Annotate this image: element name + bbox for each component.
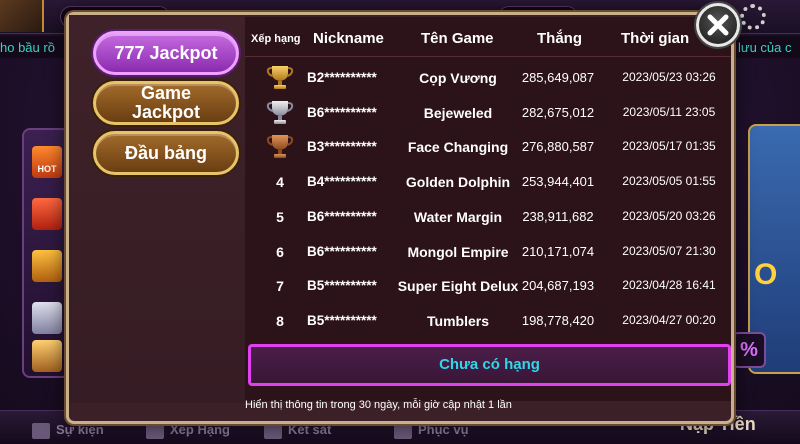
game-card-title: O	[754, 258, 778, 291]
bottom-item-support[interactable]: Phục vụ	[394, 422, 469, 439]
tab-game-jackpot[interactable]: Game Jackpot	[93, 81, 239, 125]
close-icon	[707, 14, 729, 36]
rank-cell: 8	[276, 312, 284, 329]
nickname-cell: B3**********	[307, 139, 377, 155]
bottom-item-events[interactable]: Sự kiện	[32, 422, 104, 439]
bottom-item-label: Xếp Hạng	[170, 422, 230, 437]
gift-icon	[32, 422, 50, 439]
table-category-icon[interactable]	[32, 302, 62, 334]
table-row: 7 B5********** Super Eight Delux 204,687,19…	[245, 269, 731, 304]
gold-trophy-icon	[266, 66, 294, 89]
ranking-icon	[146, 422, 164, 439]
my-rank-bar: Chưa có hạng	[248, 344, 731, 386]
hot-label: HOT	[37, 164, 57, 174]
header-game: Tên Game	[421, 30, 494, 47]
table-row: 8 B5********** Tumblers 198,778,420 2023/04/…	[245, 304, 731, 339]
time-cell: 2023/05/07 21:30	[622, 243, 716, 258]
nickname-cell: B6**********	[307, 104, 377, 120]
leaderboard-table: Xếp hạng Nickname Tên Game Thắng Thời gi…	[245, 17, 731, 401]
close-button[interactable]	[696, 3, 740, 47]
jackpot-category-icon[interactable]	[32, 198, 62, 230]
header-rank: Xếp hạng	[251, 33, 301, 45]
nickname-cell: B6**********	[307, 243, 377, 259]
table-row: B6********** Bejeweled 282,675,012 2023/05/…	[245, 96, 731, 131]
support-icon	[394, 422, 412, 439]
time-cell: 2023/05/17 01:35	[622, 139, 716, 154]
time-cell: 2023/05/05 01:55	[622, 174, 716, 189]
marquee-text-right: lưu của c	[738, 40, 792, 55]
header-time: Thời gian	[621, 30, 690, 47]
tab-top-board[interactable]: Đầu bảng	[93, 131, 239, 175]
table-row: 4 B4********** Golden Dolphin 253,944,401 20…	[245, 165, 731, 200]
nickname-cell: B6**********	[307, 208, 377, 224]
table-row: 6 B6********** Mongol Empire 210,171,074 202…	[245, 235, 731, 270]
silver-trophy-icon	[266, 100, 294, 124]
bottom-item-label: Két sắt	[288, 422, 332, 437]
slot-category-icon[interactable]	[32, 250, 62, 282]
table-row: B3********** Face Changing 276,880,587 2023…	[245, 130, 731, 165]
nickname-cell: B2**********	[307, 70, 377, 85]
gear-icon[interactable]	[740, 4, 766, 30]
bottom-item-label: Sự kiện	[56, 422, 104, 437]
rank-cell: 4	[276, 174, 284, 191]
header-win: Thắng	[537, 30, 582, 47]
safe-icon	[264, 422, 282, 439]
lobby-category-panel: HOT	[22, 128, 70, 378]
tab-column: 777 Jackpot Game Jackpot Đầu bảng	[69, 15, 245, 403]
time-cell: 2023/05/11 23:05	[622, 104, 716, 119]
time-cell: 2023/04/28 16:41	[622, 278, 716, 293]
leaderboard-modal: 777 Jackpot Game Jackpot Đầu bảng Xếp hạ…	[66, 12, 734, 424]
marquee-text-left: ho bầu rồ	[0, 40, 55, 55]
nickname-cell: B5**********	[307, 312, 377, 328]
time-cell: 2023/05/20 03:26	[622, 208, 716, 223]
table-header: Xếp hạng Nickname Tên Game Thắng Thời gi…	[245, 17, 731, 57]
avatar[interactable]	[0, 0, 44, 32]
rank-cell: 6	[276, 243, 284, 260]
bottom-item-safe[interactable]: Két sắt	[264, 422, 331, 439]
time-cell: 2023/04/27 00:20	[622, 312, 716, 327]
rank-cell: 5	[276, 208, 284, 225]
fish-category-icon[interactable]	[32, 340, 62, 372]
table-row: B2********** Cọp Vương 285,649,087 2023/05/…	[245, 61, 731, 96]
nickname-cell: B5**********	[307, 278, 377, 294]
table-row: 5 B6********** Water Margin 238,911,682 2023…	[245, 200, 731, 235]
bottom-item-label: Phục vụ	[418, 422, 469, 437]
hot-category-icon[interactable]: HOT	[32, 146, 62, 178]
tab-777-jackpot[interactable]: 777 Jackpot	[93, 31, 239, 75]
bottom-item-ranking[interactable]: Xếp Hạng	[146, 422, 230, 439]
footer-note: Hiển thị thông tin trong 30 ngày, mỗi gi…	[245, 399, 512, 411]
rank-cell: 7	[276, 278, 284, 295]
time-cell: 2023/05/23 03:26	[622, 70, 716, 84]
percent-badge[interactable]: %	[732, 332, 766, 368]
bronze-trophy-icon	[266, 135, 294, 159]
nickname-cell: B4**********	[307, 174, 377, 190]
header-nickname: Nickname	[313, 30, 384, 47]
